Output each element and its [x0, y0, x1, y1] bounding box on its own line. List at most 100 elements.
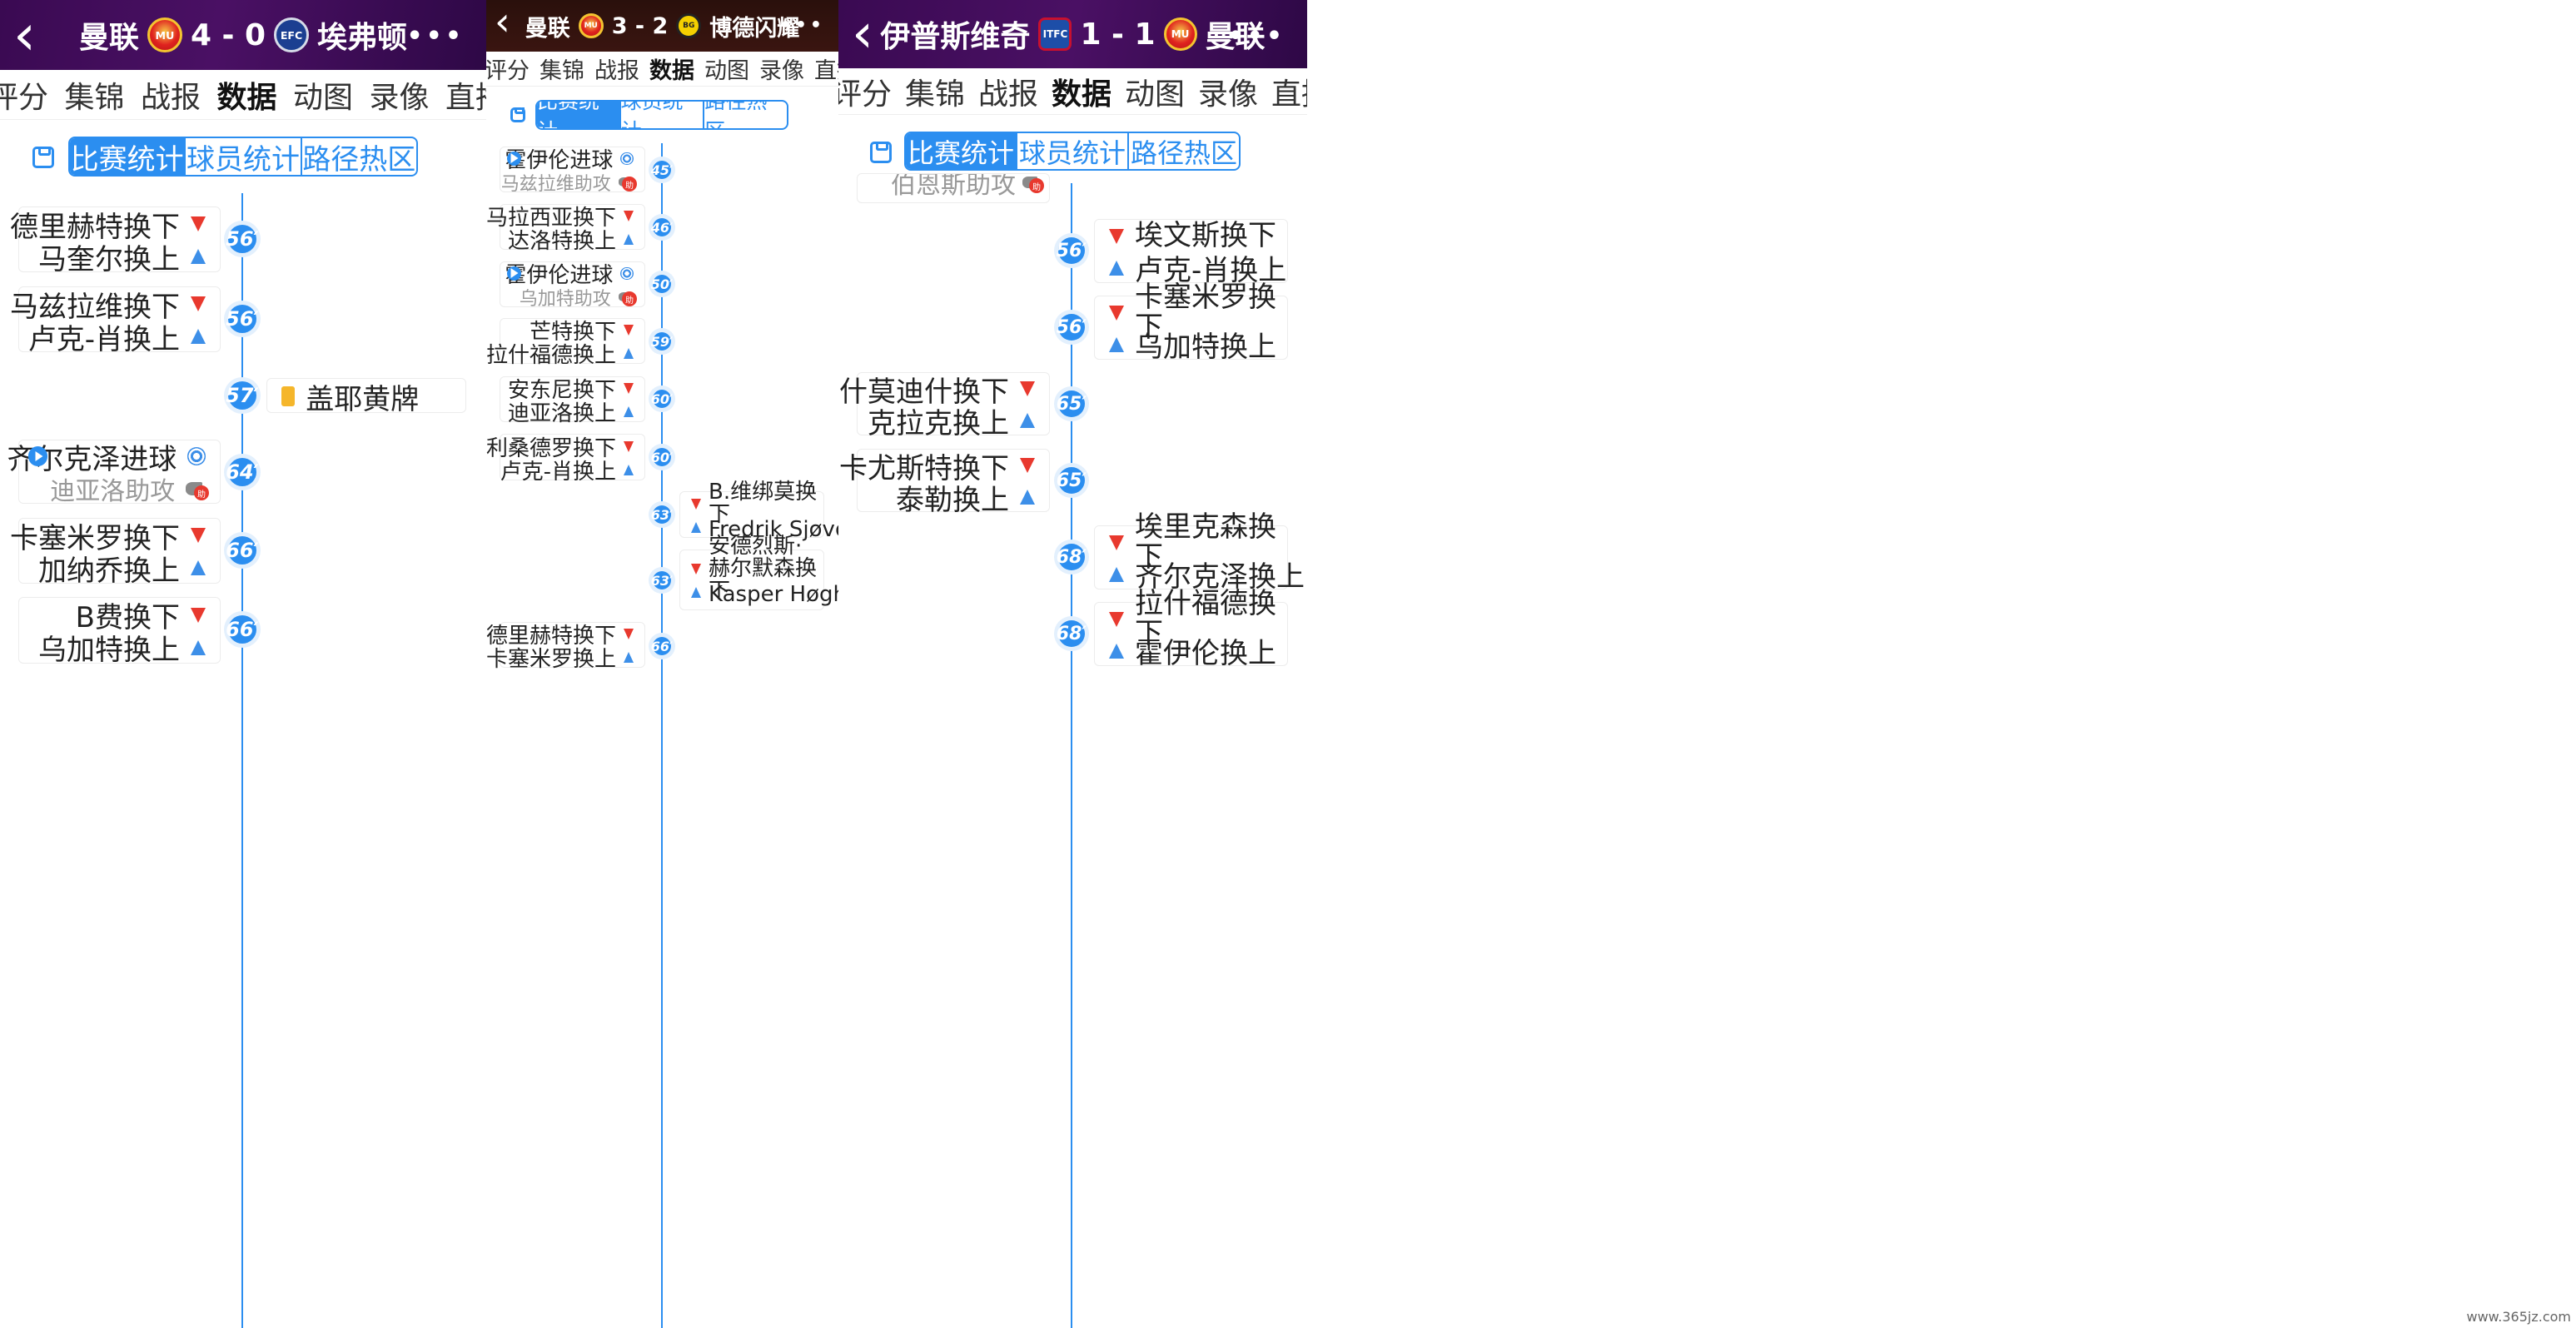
event-row-secondary: 卢克-肖换上	[500, 459, 641, 485]
sub-off-arrow-icon	[691, 564, 701, 574]
segment-0[interactable]: 比赛统计	[906, 133, 1016, 169]
segment-2[interactable]: 路径热区	[1127, 133, 1239, 169]
yellow-card-icon	[281, 386, 296, 406]
sub-off-label: 埃文斯换下	[1135, 218, 1276, 252]
segment-1[interactable]: 球员统计	[184, 138, 300, 175]
away-team-crest-icon: MU	[1163, 17, 1197, 51]
play-video-icon[interactable]	[507, 266, 521, 281]
tab-6[interactable]: 直播	[814, 52, 838, 85]
tab-3[interactable]: 数据	[649, 52, 694, 85]
sub-off-arrow-icon	[191, 528, 206, 543]
home-team-crest-icon: MU	[578, 13, 604, 38]
segment-0[interactable]: 比赛统计	[70, 138, 185, 175]
assist-label: 马兹拉维助攻	[500, 173, 611, 195]
sub-on-label: 达洛特换上	[507, 229, 616, 254]
tab-5[interactable]: 录像	[370, 73, 430, 117]
tab-1[interactable]: 集锦	[540, 52, 584, 85]
event-card[interactable]: 马兹拉维换下 卢克-肖换上	[10, 286, 221, 356]
minute-marker: 50′	[650, 275, 674, 293]
tab-5[interactable]: 录像	[759, 52, 804, 85]
match-score: 3 - 2	[611, 12, 669, 39]
tab-3[interactable]: 数据	[1052, 70, 1111, 113]
save-image-icon[interactable]	[510, 107, 525, 122]
sub-on-arrow-icon	[1020, 413, 1035, 428]
event-card[interactable]: 德里赫特换下 马奎尔换上	[10, 206, 221, 276]
event-card[interactable]: 马拉西亚换下 达洛特换上	[486, 204, 645, 254]
event-row-primary: 马兹拉维换下	[10, 289, 216, 324]
sub-off-arrow-icon	[1109, 228, 1124, 244]
play-video-icon[interactable]	[28, 446, 48, 466]
tab-2[interactable]: 战报	[594, 52, 639, 85]
more-options-icon[interactable]: •••	[406, 22, 465, 51]
match-header: ‹ 伊普斯维奇 ITFC 1 - 1 MU 曼联 •••	[838, 0, 1307, 68]
more-options-icon[interactable]: •••	[1227, 22, 1286, 51]
event-card[interactable]: 齐尔克泽进球 迪亚洛助攻	[7, 440, 221, 506]
tab-6[interactable]: 直播	[1271, 70, 1307, 113]
minute-marker: 63′	[650, 571, 674, 589]
save-image-icon[interactable]	[32, 147, 54, 168]
event-card[interactable]: 芒特换下 拉什福德换上	[486, 318, 645, 368]
minute-marker: 57′	[226, 381, 259, 410]
minute-marker: 56′	[226, 225, 259, 253]
sub-on-label: 乌加特换上	[38, 634, 180, 667]
segment-1[interactable]: 球员统计	[1016, 133, 1127, 169]
minute-marker: 56′	[1057, 237, 1087, 264]
event-card[interactable]: 霍伊伦进球 乌加特助攻	[500, 261, 645, 310]
event-row-secondary: 泰勒换上	[896, 482, 1046, 517]
event-row-secondary: 卢克-肖换上	[1098, 253, 1286, 287]
tab-4[interactable]: 动图	[293, 73, 353, 117]
more-options-icon[interactable]: •••	[780, 15, 825, 36]
event-card[interactable]: 安德烈斯·赫尔默森换下Kasper Høgh换上	[679, 535, 838, 610]
segment-1[interactable]: 球员统计	[619, 102, 704, 128]
event-card[interactable]: 卡尤斯特换下 泰勒换上	[839, 449, 1050, 517]
event-card[interactable]: 霍伊伦进球 马兹拉维助攻	[500, 147, 645, 195]
event-card[interactable]: 安东尼换下 迪亚洛换上	[500, 376, 645, 426]
tab-0[interactable]: 评分	[838, 70, 892, 113]
away-team-name: 埃弗顿	[317, 21, 408, 55]
event-card[interactable]: 利桑德罗换下 卢克-肖换上	[486, 434, 645, 485]
tab-4[interactable]: 动图	[1125, 70, 1185, 113]
sub-on-arrow-icon	[624, 348, 634, 359]
tab-1[interactable]: 集锦	[905, 70, 965, 113]
tab-4[interactable]: 动图	[704, 52, 749, 85]
sub-off-arrow-icon	[624, 325, 634, 336]
tab-0[interactable]: 评分	[486, 52, 530, 85]
event-card[interactable]: 拉什福德换下 霍伊伦换上	[1094, 589, 1288, 670]
sub-on-label: 泰勒换上	[896, 483, 1009, 517]
event-card[interactable]: B.维绑莫换下Fredrik Sjøvold换上	[679, 480, 838, 542]
tab-2[interactable]: 战报	[978, 70, 1038, 113]
tab-3[interactable]: 数据	[217, 73, 277, 117]
segment-0[interactable]: 比赛统计	[537, 102, 619, 128]
event-row-secondary: 卢克-肖换上	[28, 321, 216, 356]
event-card[interactable]: 什莫迪什换下 克拉克换上	[839, 372, 1050, 440]
sub-on-arrow-icon	[1109, 643, 1124, 659]
sub-on-arrow-icon	[191, 249, 206, 264]
tab-1[interactable]: 集锦	[65, 73, 125, 117]
play-video-icon[interactable]	[507, 152, 521, 166]
event-card[interactable]: 卡塞米罗换下 加纳乔换上	[10, 518, 221, 588]
sub-off-arrow-icon	[691, 498, 701, 510]
event-row-primary: 卡塞米罗换下	[10, 520, 216, 555]
sub-on-arrow-icon	[691, 587, 701, 598]
minute-marker: 66′	[226, 615, 259, 644]
tab-2[interactable]: 战报	[141, 73, 201, 117]
event-card[interactable]: 埃里克森换下 齐尔克泽换上	[1094, 512, 1305, 594]
segment-2[interactable]: 路径热区	[300, 138, 416, 175]
tab-6[interactable]: 直播	[445, 73, 486, 117]
sub-on-label: 乌加特换上	[1135, 331, 1276, 364]
minute-marker: 68′	[1057, 620, 1087, 647]
tab-0[interactable]: 评分	[0, 73, 48, 117]
save-image-icon[interactable]	[870, 142, 892, 163]
event-card[interactable]: B费换下 乌加特换上	[18, 597, 221, 667]
sub-off-arrow-icon	[1109, 305, 1124, 321]
event-card[interactable]: 盖耶黄牌	[266, 378, 466, 416]
minute-marker: 66′	[650, 637, 674, 655]
match-score: 1 - 1	[1080, 17, 1156, 52]
sub-on-arrow-icon	[1109, 566, 1124, 582]
segment-2[interactable]: 路径热区	[703, 102, 787, 128]
event-card[interactable]: 卡塞米罗换下 乌加特换上	[1094, 282, 1288, 364]
event-card[interactable]: 德里赫特换下 卡塞米罗换上	[486, 622, 645, 672]
assist-label: 乌加特助攻	[519, 288, 611, 310]
event-card[interactable]: 埃文斯换下 卢克-肖换上	[1094, 218, 1288, 287]
tab-5[interactable]: 录像	[1198, 70, 1258, 113]
